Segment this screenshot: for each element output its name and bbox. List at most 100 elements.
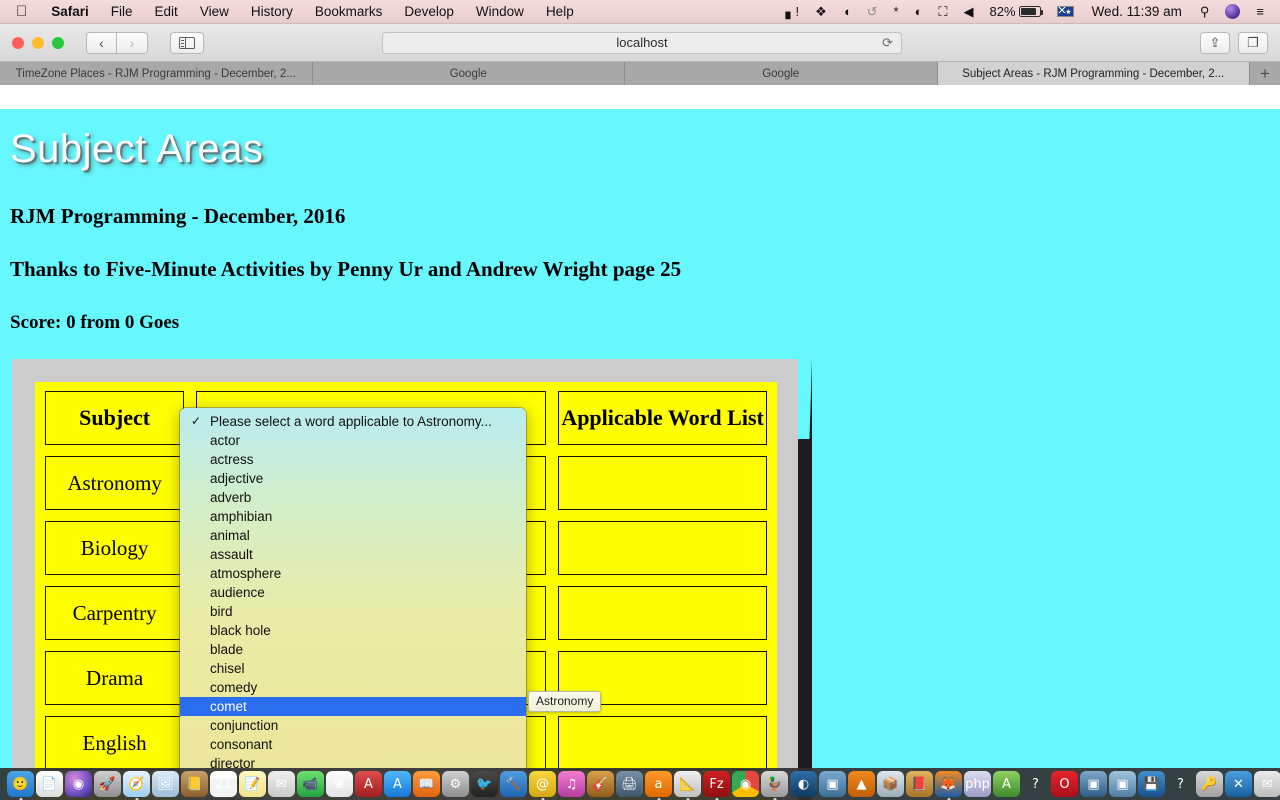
dock-icon-coda[interactable]: @ bbox=[529, 771, 556, 797]
dotted-signal-icon[interactable]: ▖! bbox=[777, 4, 807, 20]
popup-option-blade[interactable]: blade bbox=[180, 640, 526, 659]
dock-icon-virtualbox-alt[interactable]: ▣ bbox=[1109, 771, 1136, 797]
show-all-tabs-button[interactable]: ❐ bbox=[1238, 31, 1268, 54]
dock-icon-photos[interactable]: ❀ bbox=[326, 771, 353, 797]
wifi-icon[interactable]: ◐ bbox=[907, 4, 931, 19]
flag-icon[interactable] bbox=[1049, 6, 1082, 17]
forward-button[interactable]: › bbox=[117, 31, 148, 54]
popup-option-audience[interactable]: audience bbox=[180, 583, 526, 602]
menu-item-history[interactable]: History bbox=[240, 4, 304, 19]
popup-option-adjective[interactable]: adjective bbox=[180, 469, 526, 488]
dock-icon-siri[interactable]: ◉ bbox=[65, 771, 92, 797]
dock-icon-android-studio[interactable]: A bbox=[993, 771, 1020, 797]
dock-icon-keychain-access[interactable]: 🔑 bbox=[1196, 771, 1223, 797]
dock-icon-safari[interactable]: 🧭 bbox=[123, 771, 150, 797]
dock-icon-visual-studio[interactable]: ✕ bbox=[1225, 771, 1252, 797]
dock-icon-tweetbot[interactable]: 🐦 bbox=[471, 771, 498, 797]
tab-google-1[interactable]: Google bbox=[312, 62, 625, 85]
dock-icon-calendar[interactable]: 21 bbox=[210, 771, 237, 797]
dock-icon-preview[interactable]: 📄 bbox=[36, 771, 63, 797]
dock-icon-facetime[interactable]: 📹 bbox=[297, 771, 324, 797]
dock-icon-virtualbox-box[interactable]: 📦 bbox=[877, 771, 904, 797]
popup-option-conjunction[interactable]: conjunction bbox=[180, 716, 526, 735]
dock-icon-php[interactable]: php bbox=[964, 771, 991, 797]
dock-icon-finder[interactable]: 🙂 bbox=[7, 771, 34, 797]
tab-subject-areas[interactable]: Subject Areas - RJM Programming - Decemb… bbox=[937, 62, 1250, 85]
airplay-icon[interactable]: ⛶ bbox=[930, 4, 955, 20]
apple-menu-icon[interactable]:  bbox=[0, 4, 40, 19]
close-window-button[interactable] bbox=[12, 36, 24, 49]
dock-icon-photos-app[interactable]: 🖼 bbox=[152, 771, 179, 797]
ad-blocker-icon[interactable]: ❖ bbox=[807, 4, 835, 20]
dock-icon-chrome[interactable]: ◉ bbox=[732, 771, 759, 797]
popup-option-comedy[interactable]: comedy bbox=[180, 678, 526, 697]
popup-option-adverb[interactable]: adverb bbox=[180, 488, 526, 507]
popup-option-assault[interactable]: assault bbox=[180, 545, 526, 564]
menu-bar-clock[interactable]: Wed. 11:39 am bbox=[1082, 4, 1192, 19]
tab-google-2[interactable]: Google bbox=[625, 62, 938, 85]
dock-icon-help-viewer[interactable]: ? bbox=[1167, 771, 1194, 797]
popup-option-placeholder[interactable]: Please select a word applicable to Astro… bbox=[180, 412, 526, 431]
popup-option-consonant[interactable]: consonant bbox=[180, 735, 526, 754]
siri-icon[interactable] bbox=[1217, 4, 1248, 19]
menu-item-safari[interactable]: Safari bbox=[40, 4, 100, 19]
word-select-popup-menu[interactable]: Please select a word applicable to Astro… bbox=[180, 408, 526, 800]
menu-item-view[interactable]: View bbox=[189, 4, 240, 19]
dock-icon-launchpad[interactable]: 🚀 bbox=[94, 771, 121, 797]
dock-icon-airplay-mirror[interactable]: ▣ bbox=[819, 771, 846, 797]
battery-icon[interactable]: 82% bbox=[982, 4, 1049, 19]
dock-icon-scanner[interactable]: 🖨 bbox=[616, 771, 643, 797]
dock-icon-disk-utility[interactable]: 💾 bbox=[1138, 771, 1165, 797]
popup-option-black-hole[interactable]: black hole bbox=[180, 621, 526, 640]
menu-item-bookmarks[interactable]: Bookmarks bbox=[304, 4, 394, 19]
dock-icon-sublime-text[interactable]: 📕 bbox=[906, 771, 933, 797]
time-machine-icon[interactable]: ↺ bbox=[859, 4, 886, 20]
maximize-window-button[interactable] bbox=[52, 36, 64, 49]
dock-icon-mail-app[interactable]: ✉ bbox=[1254, 771, 1280, 797]
dock-icon-vlc[interactable]: ▲ bbox=[848, 771, 875, 797]
popup-option-actress[interactable]: actress bbox=[180, 450, 526, 469]
share-button[interactable]: ⇪ bbox=[1200, 31, 1230, 54]
tab-timezone-places[interactable]: TimeZone Places - RJM Programming - Dece… bbox=[0, 62, 313, 85]
popup-option-actor[interactable]: actor bbox=[180, 431, 526, 450]
address-bar[interactable]: localhost ⟳ bbox=[382, 31, 902, 54]
menu-item-help[interactable]: Help bbox=[535, 4, 585, 19]
popup-option-comet[interactable]: comet bbox=[180, 697, 526, 716]
back-button[interactable]: ‹ bbox=[86, 31, 117, 54]
reload-icon[interactable]: ⟳ bbox=[882, 35, 893, 51]
new-tab-button[interactable]: + bbox=[1250, 62, 1280, 85]
menu-item-window[interactable]: Window bbox=[465, 4, 535, 19]
dock-icon-dictionary[interactable]: A bbox=[355, 771, 382, 797]
popup-option-chisel[interactable]: chisel bbox=[180, 659, 526, 678]
dock-icon-app-store[interactable]: A bbox=[384, 771, 411, 797]
dock-icon-contacts[interactable]: 📒 bbox=[181, 771, 208, 797]
dock-icon-opera-neon[interactable]: ◐ bbox=[790, 771, 817, 797]
dock-icon-unknown-app[interactable]: ? bbox=[1022, 771, 1049, 797]
menu-item-edit[interactable]: Edit bbox=[144, 4, 189, 19]
dock-icon-itunes[interactable]: ♫ bbox=[558, 771, 585, 797]
dock-icon-firefox[interactable]: 🦊 bbox=[935, 771, 962, 797]
bluetooth-icon[interactable]: * bbox=[886, 4, 907, 19]
dock-icon-filezilla[interactable]: Fz bbox=[703, 771, 730, 797]
dock-icon-mail-merge[interactable]: ✉ bbox=[268, 771, 295, 797]
menu-item-file[interactable]: File bbox=[100, 4, 144, 19]
dock-icon-avast[interactable]: a bbox=[645, 771, 672, 797]
dock-icon-notes[interactable]: 📝 bbox=[239, 771, 266, 797]
spotlight-search-icon[interactable]: ⚲ bbox=[1192, 4, 1218, 20]
popup-option-atmosphere[interactable]: atmosphere bbox=[180, 564, 526, 583]
sidebar-toggle-button[interactable] bbox=[170, 31, 204, 54]
minimize-window-button[interactable] bbox=[32, 36, 44, 49]
dock-icon-grapher[interactable]: 📐 bbox=[674, 771, 701, 797]
dock-icon-ibooks[interactable]: 📖 bbox=[413, 771, 440, 797]
dock-icon-virtualbox[interactable]: ▣ bbox=[1080, 771, 1107, 797]
dock-icon-cyberduck[interactable]: 🦆 bbox=[761, 771, 788, 797]
popup-option-amphibian[interactable]: amphibian bbox=[180, 507, 526, 526]
popup-option-animal[interactable]: animal bbox=[180, 526, 526, 545]
dock-icon-opera[interactable]: O bbox=[1051, 771, 1078, 797]
notification-center-icon[interactable]: ≡ bbox=[1248, 4, 1272, 19]
dock-icon-system-preferences[interactable]: ⚙ bbox=[442, 771, 469, 797]
volume-icon[interactable]: ◀ bbox=[956, 4, 982, 20]
popup-option-bird[interactable]: bird bbox=[180, 602, 526, 621]
dock-icon-xcode[interactable]: 🔨 bbox=[500, 771, 527, 797]
airdrop-icon[interactable]: ◖ bbox=[835, 4, 859, 19]
